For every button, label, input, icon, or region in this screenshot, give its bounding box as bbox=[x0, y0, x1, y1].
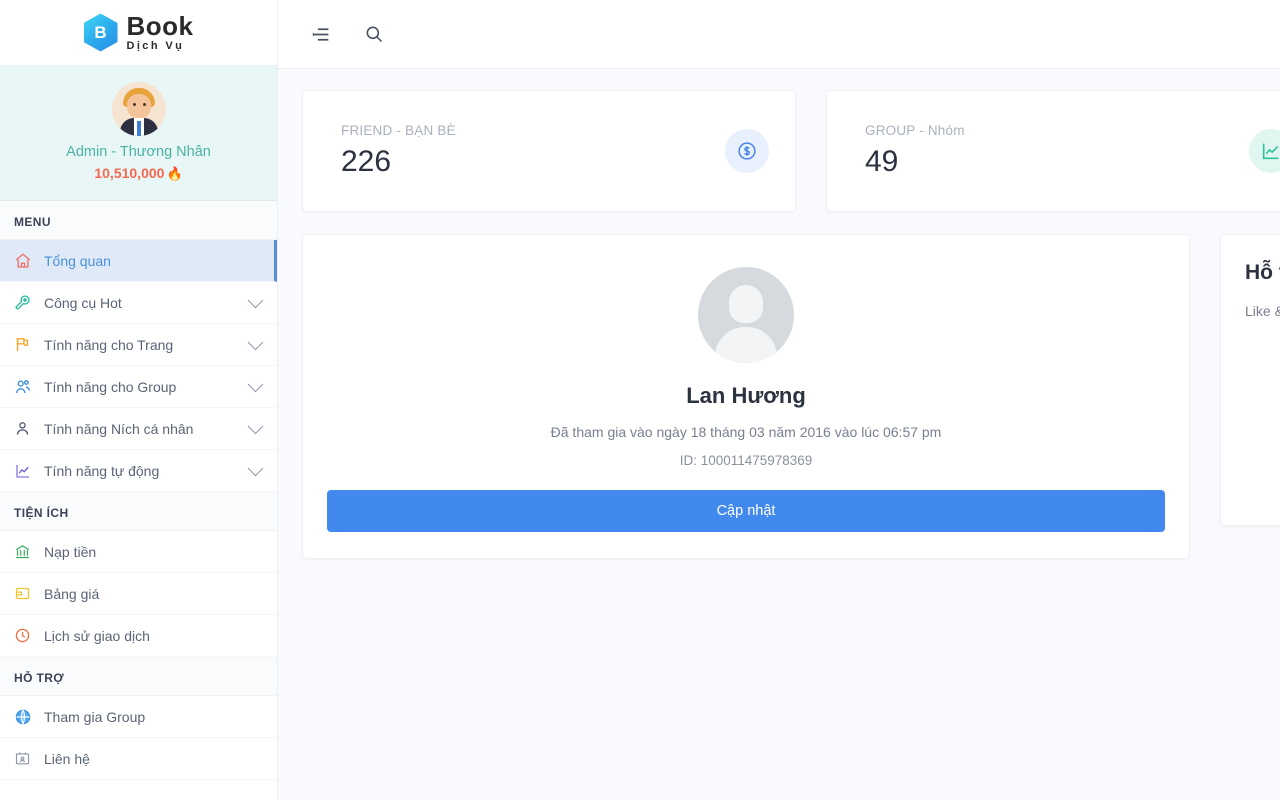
chevron-down-icon bbox=[247, 292, 264, 309]
utility-section-label: TIỆN ÍCH bbox=[0, 492, 277, 531]
wallet-icon bbox=[14, 584, 38, 604]
brand-text: Book Dịch Vụ bbox=[127, 13, 194, 52]
stat-card-value: 226 bbox=[341, 145, 392, 178]
stat-card-title: GROUP - Nhóm bbox=[865, 123, 965, 138]
users-icon bbox=[14, 377, 38, 397]
stat-card-text: FRIEND - BẠN BÈ 226 bbox=[341, 123, 456, 179]
chevron-down-icon bbox=[247, 376, 264, 393]
globe-icon bbox=[14, 707, 38, 727]
page-content: FRIEND - BẠN BÈ 226 GROUP - Nhóm 49 Lan … bbox=[278, 69, 1280, 800]
bank-icon bbox=[14, 542, 38, 562]
user-name: Admin - Thương Nhân bbox=[66, 144, 211, 160]
panels-row: Lan Hương Đã tham gia vào ngày 18 tháng … bbox=[302, 234, 1280, 559]
brand-tagline: Dịch Vụ bbox=[126, 40, 185, 52]
main-area: FRIEND - BẠN BÈ 226 GROUP - Nhóm 49 Lan … bbox=[278, 0, 1280, 800]
sidebar: B Book Dịch Vụ Admin - Thương Nhân 10,51… bbox=[0, 0, 278, 800]
sidebar-item-lich-su-giao-dich[interactable]: Lịch sử giao dịch bbox=[0, 615, 277, 657]
flame-icon: 🔥 bbox=[166, 166, 183, 181]
sidebar-item-tinh-nang-tu-dong[interactable]: Tính năng tự động bbox=[0, 450, 277, 492]
topbar bbox=[278, 0, 1280, 69]
profile-name: Lan Hương bbox=[686, 383, 806, 408]
chart-icon bbox=[14, 461, 38, 481]
flag-icon bbox=[14, 335, 38, 355]
stat-card-title: FRIEND - BẠN BÈ bbox=[341, 123, 456, 138]
user-icon bbox=[14, 419, 38, 439]
sidebar-item-label: Lịch sử giao dịch bbox=[44, 627, 150, 644]
sidebar-item-tong-quan[interactable]: Tổng quan bbox=[0, 240, 277, 282]
chevron-down-icon bbox=[247, 334, 264, 351]
sidebar-item-bang-gia[interactable]: Bảng giá bbox=[0, 573, 277, 615]
support-section-label: HỖ TRỢ bbox=[0, 657, 277, 696]
user-balance-value: 10,510,000 bbox=[94, 165, 165, 181]
sidebar-item-label: Tổng quan bbox=[44, 252, 111, 269]
app-root: B Book Dịch Vụ Admin - Thương Nhân 10,51… bbox=[0, 0, 1280, 800]
sidebar-item-label: Liên hệ bbox=[44, 750, 90, 767]
wrench-icon bbox=[14, 293, 38, 313]
sidebar-item-label: Bảng giá bbox=[44, 585, 100, 602]
sidebar-item-cong-cu-hot[interactable]: Công cụ Hot bbox=[0, 282, 277, 324]
menu-collapse-icon[interactable] bbox=[302, 16, 338, 52]
stats-row: FRIEND - BẠN BÈ 226 GROUP - Nhóm 49 bbox=[302, 90, 1280, 212]
sidebar-item-label: Công cụ Hot bbox=[44, 294, 122, 311]
clock-icon bbox=[14, 626, 38, 646]
profile-id: ID: 100011475978369 bbox=[679, 453, 813, 468]
chevron-down-icon bbox=[247, 418, 264, 435]
menu-section-label: MENU bbox=[0, 201, 277, 240]
brand-name: Book bbox=[126, 11, 194, 41]
default-avatar-icon bbox=[698, 267, 794, 363]
support-panel: Hỗ trợ Like & theo dõi bbox=[1220, 234, 1280, 526]
sidebar-item-tham-gia-group[interactable]: Tham gia Group bbox=[0, 696, 277, 738]
sidebar-item-tinh-nang-cho-group[interactable]: Tính năng cho Group bbox=[0, 366, 277, 408]
search-icon[interactable] bbox=[356, 16, 392, 52]
stat-card-value: 49 bbox=[865, 145, 899, 178]
stat-card-text: GROUP - Nhóm 49 bbox=[865, 123, 965, 179]
profile-joined-date: Đã tham gia vào ngày 18 tháng 03 năm 201… bbox=[550, 424, 942, 440]
dollar-circle-icon bbox=[725, 129, 769, 173]
update-button[interactable]: Cập nhật bbox=[327, 490, 1165, 532]
user-avatar bbox=[111, 82, 166, 136]
user-profile-box: Admin - Thương Nhân 10,510,000 🔥 bbox=[0, 66, 277, 201]
sidebar-item-tinh-nang-nich-ca-nhan[interactable]: Tính năng Ních cá nhân bbox=[0, 408, 277, 450]
logo-mark-letter: B bbox=[94, 22, 107, 42]
sidebar-item-label: Tính năng cho Trang bbox=[44, 336, 174, 353]
sidebar-item-nap-tien[interactable]: Nạp tiền bbox=[0, 531, 277, 573]
sidebar-item-label: Tính năng Ních cá nhân bbox=[44, 420, 194, 437]
brand-logo[interactable]: B Book Dịch Vụ bbox=[0, 0, 277, 66]
profile-card: Lan Hương Đã tham gia vào ngày 18 tháng … bbox=[302, 234, 1190, 559]
user-balance: 10,510,000 🔥 bbox=[10, 165, 267, 182]
contact-card-icon bbox=[14, 749, 38, 769]
chevron-down-icon bbox=[247, 460, 264, 477]
hexagon-logo-icon: B bbox=[83, 13, 118, 52]
sidebar-item-label: Tính năng cho Group bbox=[44, 378, 177, 395]
support-panel-title: Hỗ trợ bbox=[1245, 261, 1280, 284]
stat-card-friend[interactable]: FRIEND - BẠN BÈ 226 bbox=[302, 90, 796, 212]
sidebar-item-lien-he[interactable]: Liên hệ bbox=[0, 738, 277, 780]
sidebar-item-label: Nạp tiền bbox=[44, 543, 97, 560]
sidebar-item-label: Tham gia Group bbox=[44, 708, 146, 725]
home-icon bbox=[14, 251, 38, 271]
sidebar-item-label: Tính năng tự động bbox=[44, 462, 160, 479]
sidebar-item-tinh-nang-cho-trang[interactable]: Tính năng cho Trang bbox=[0, 324, 277, 366]
line-chart-icon bbox=[1249, 129, 1280, 173]
stat-card-group[interactable]: GROUP - Nhóm 49 bbox=[826, 90, 1280, 212]
support-panel-text: Like & theo dõi bbox=[1245, 303, 1280, 319]
